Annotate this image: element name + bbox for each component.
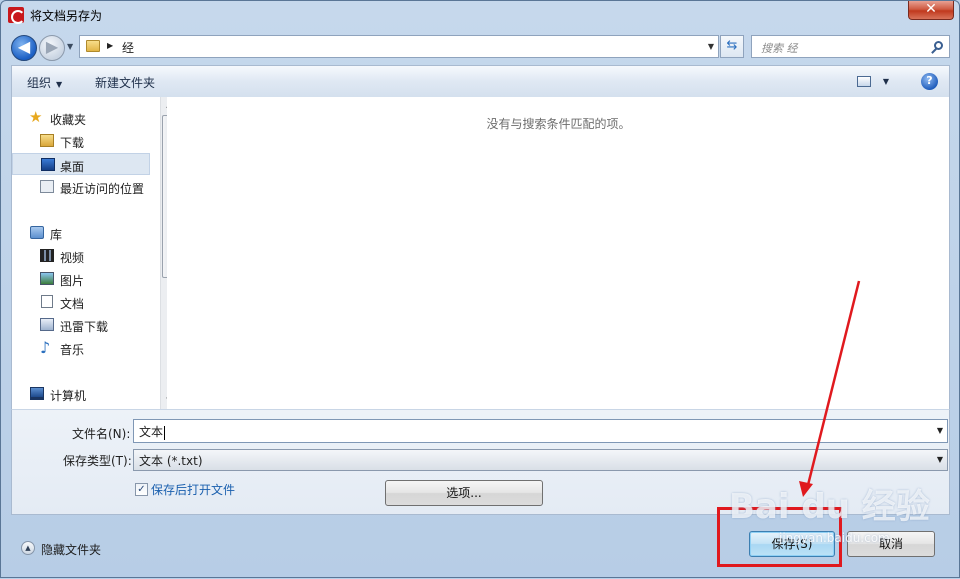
sidebar-item-label: 迅雷下载 (60, 320, 109, 334)
sidebar-item-downloads[interactable]: 下载 (12, 130, 150, 152)
search-placeholder: 搜索 经 (761, 42, 798, 55)
document-icon (41, 295, 53, 308)
new-folder-button[interactable]: 新建文件夹 (95, 74, 155, 91)
sidebar-item-videos[interactable]: 视频 (12, 245, 150, 267)
filename-chevron-down-icon[interactable]: ▼ (937, 426, 943, 435)
breadcrumb-arrow-icon[interactable]: ▶ (107, 41, 113, 50)
music-note-icon: ♪ (40, 338, 51, 357)
view-chevron-down-icon[interactable]: ▼ (883, 77, 889, 86)
sidebar-item-label: 下载 (60, 136, 85, 150)
sidebar-item-label: 图片 (60, 274, 85, 288)
sidebar-item-libraries[interactable]: 库 (12, 222, 150, 244)
sidebar-item-favorites[interactable]: ★ 收藏夹 (12, 107, 150, 129)
window-title: 将文档另存为 (30, 9, 103, 23)
filename-value: 文本 (139, 425, 164, 439)
open-after-save-checkbox[interactable]: ✓ (135, 483, 148, 496)
sidebar-item-music[interactable]: ♪ 音乐 (12, 337, 150, 359)
change-view-icon[interactable] (857, 76, 871, 87)
address-bar[interactable]: ▶ 经 ▼ (79, 35, 719, 58)
recent-pages-chevron-down-icon[interactable]: ▼ (67, 42, 73, 51)
filename-input[interactable]: 文本 ▼ (133, 419, 948, 443)
empty-message: 没有与搜索条件匹配的项。 (486, 117, 631, 131)
organize-button[interactable]: 组织 ▼ (27, 74, 62, 91)
breadcrumb-current[interactable]: 经 (122, 39, 134, 56)
filetype-select[interactable]: 文本 (*.txt) ▼ (133, 449, 948, 471)
filetype-chevron-down-icon[interactable]: ▼ (937, 455, 943, 464)
command-toolbar: 组织 ▼ 新建文件夹 ▼ ? (11, 65, 950, 97)
hide-folders-button[interactable]: 隐藏文件夹 (41, 541, 101, 558)
sidebar-item-label: 音乐 (60, 343, 85, 357)
forward-button[interactable]: ▶ (39, 35, 65, 61)
chevron-down-icon: ▼ (56, 80, 63, 89)
highlight-annotation-box (717, 507, 842, 567)
sidebar-item-label: 视频 (60, 251, 85, 265)
back-button[interactable]: ◀ (11, 35, 37, 61)
filename-label: 文件名(N): (72, 427, 131, 441)
text-caret (164, 425, 166, 440)
sidebar-item-label: 最近访问的位置 (60, 182, 145, 196)
downloads-folder-icon (40, 134, 54, 147)
search-icon[interactable] (934, 41, 943, 50)
sidebar-item-label: 文档 (60, 297, 85, 311)
address-chevron-down-icon[interactable]: ▼ (708, 42, 714, 51)
sidebar-item-documents[interactable]: 文档 (12, 291, 150, 313)
picture-icon (40, 272, 54, 285)
thunder-download-icon (40, 318, 54, 331)
sidebar-item-computer[interactable]: 计算机 (12, 383, 150, 405)
sidebar-item-label: 桌面 (60, 160, 85, 174)
sidebar-item-label: 库 (50, 228, 63, 242)
sidebar-item-pictures[interactable]: 图片 (12, 268, 150, 290)
app-logo-icon (8, 7, 25, 24)
library-icon (30, 226, 44, 239)
cancel-button[interactable]: 取消 (847, 531, 935, 557)
computer-icon (30, 387, 44, 400)
nav-scrollbar[interactable]: ▲ ▼ (160, 97, 167, 409)
sidebar-item-label: 计算机 (50, 389, 87, 403)
sidebar-item-label: 收藏夹 (50, 113, 87, 127)
file-list[interactable]: 没有与搜索条件匹配的项。 (167, 97, 950, 409)
navigation-pane: ★ 收藏夹 下载 桌面 最近访问的位置 库 视频 图片 文档 迅雷下载 ♪ 音乐… (11, 97, 167, 409)
filetype-label: 保存类型(T): (63, 454, 132, 468)
star-icon: ★ (29, 108, 43, 126)
options-button[interactable]: 选项... (385, 480, 543, 506)
folder-icon (86, 40, 100, 52)
organize-label: 组织 (27, 76, 52, 90)
recent-places-icon (40, 180, 54, 193)
collapse-up-icon[interactable]: ▲ (21, 541, 35, 555)
desktop-icon (41, 158, 55, 171)
video-icon (40, 249, 54, 262)
sidebar-item-thunder-downloads[interactable]: 迅雷下载 (12, 314, 150, 336)
title-bar[interactable]: 将文档另存为 ✕ (1, 1, 959, 29)
close-button[interactable]: ✕ (908, 1, 954, 20)
sidebar-item-recent[interactable]: 最近访问的位置 (12, 176, 150, 198)
refresh-button[interactable]: ⇆ (720, 35, 744, 58)
save-as-dialog: 将文档另存为 ✕ ◀ ▶ ▼ ▶ 经 ▼ ⇆ 搜索 经 组织 ▼ 新建文件夹 ▼ … (0, 0, 960, 578)
sidebar-item-desktop[interactable]: 桌面 (12, 153, 150, 175)
filetype-value: 文本 (*.txt) (139, 454, 203, 468)
search-input[interactable]: 搜索 经 (751, 35, 950, 58)
open-after-save-label[interactable]: 保存后打开文件 (151, 481, 235, 498)
help-icon[interactable]: ? (921, 73, 938, 90)
